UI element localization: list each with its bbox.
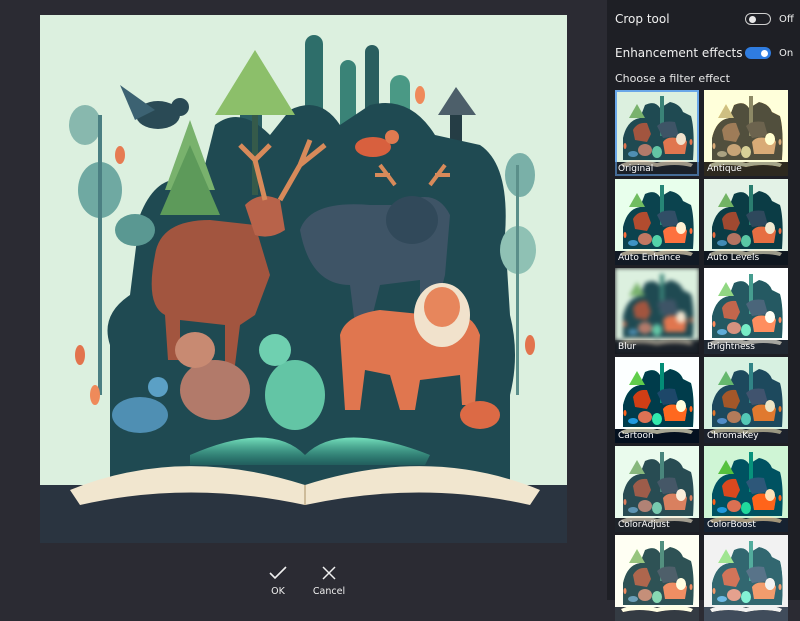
filter-label: Blur [615, 340, 699, 354]
crop-tool-row: Crop tool Off [615, 9, 795, 29]
cancel-label: Cancel [312, 586, 346, 597]
filter-thumb-chromakey[interactable]: ChromaKey [704, 357, 788, 443]
enhancement-effects-state: On [779, 47, 794, 59]
enhancement-effects-row: Enhancement effects On [615, 43, 795, 63]
filter-preview-image [704, 535, 788, 621]
effects-panel: Crop tool Off Enhancement effects On Cho… [607, 0, 800, 621]
filter-label: Brightness [704, 340, 788, 354]
filter-thumb-cartoon[interactable]: Cartoon [615, 357, 699, 443]
filter-thumb-auto-enhance[interactable]: Auto Enhance [615, 179, 699, 265]
image-workspace [0, 0, 607, 558]
close-icon [322, 566, 336, 580]
filter-section-label: Choose a filter effect [615, 72, 730, 85]
filter-label: Antique [704, 162, 788, 176]
filter-preview-image [615, 535, 699, 621]
filter-label: Auto Levels [704, 251, 788, 265]
forest-animals-illustration [40, 15, 567, 543]
filter-label: Cartoon [615, 429, 699, 443]
enhancement-effects-toggle[interactable] [745, 47, 771, 59]
filter-thumb-colorboost[interactable]: ColorBoost [704, 446, 788, 532]
bottom-action-bar: OK Cancel [0, 558, 607, 600]
crop-tool-toggle[interactable] [745, 13, 771, 25]
filter-thumb-antique[interactable]: Antique [704, 90, 788, 176]
filter-thumb-brightness[interactable]: Brightness [704, 268, 788, 354]
filter-thumb-coloradjust[interactable]: ColorAdjust [615, 446, 699, 532]
filter-thumb-partial[interactable] [615, 535, 699, 621]
cancel-button[interactable]: Cancel [299, 563, 359, 597]
filter-label: ColorBoost [704, 518, 788, 532]
filter-thumb-auto-levels[interactable]: Auto Levels [704, 179, 788, 265]
filter-thumb-blur[interactable]: Blur [615, 268, 699, 354]
filter-thumb-partial[interactable] [704, 535, 788, 621]
checkmark-icon [269, 566, 287, 580]
filter-thumb-original[interactable]: Original [615, 90, 699, 176]
image-preview[interactable] [40, 15, 567, 543]
toggle-knob [761, 49, 768, 57]
crop-tool-state: Off [779, 13, 794, 25]
crop-tool-label: Crop tool [615, 12, 670, 26]
filter-label: Original [615, 162, 699, 176]
enhancement-effects-label: Enhancement effects [615, 46, 743, 60]
toggle-knob [749, 15, 756, 23]
filter-label: Auto Enhance [615, 251, 699, 265]
filter-label: ChromaKey [704, 429, 788, 443]
filter-label: ColorAdjust [615, 518, 699, 532]
